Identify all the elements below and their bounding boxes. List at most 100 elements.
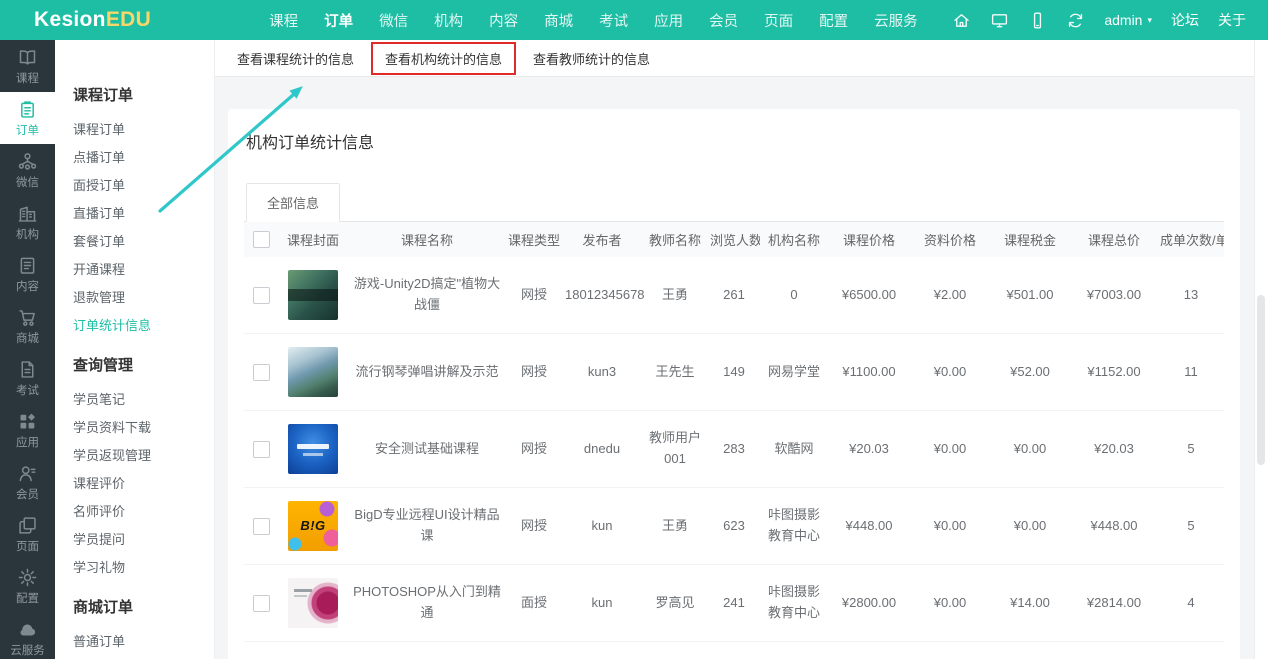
sidebar-module-item[interactable]: 配置 xyxy=(0,560,55,612)
scrollbar-thumb[interactable] xyxy=(1257,295,1265,465)
cell-order-count: 5 xyxy=(1158,487,1224,565)
sidebar-module-item[interactable]: 考试 xyxy=(0,352,55,404)
sidebar-module-label: 微信 xyxy=(16,176,39,189)
submenu-item[interactable]: 点播订单 xyxy=(55,142,214,170)
submenu-item[interactable]: 普通订单 xyxy=(55,626,214,654)
sidebar-module-label: 商城 xyxy=(16,332,39,345)
row-checkbox[interactable] xyxy=(252,286,270,304)
top-right-tools: admin ▾ 论坛 关于 xyxy=(952,10,1246,30)
table-header-row: 课程封面 课程名称 课程类型 发布者 教师名称 浏览人数 机构名称 课程价格 资料价格 课程税金课… xyxy=(244,222,1224,257)
submenu-item[interactable]: 团购订单 xyxy=(55,654,214,659)
top-nav-item[interactable]: 订单 xyxy=(324,10,353,31)
sidebar-module-item[interactable]: 机构 xyxy=(0,196,55,248)
about-link[interactable]: 关于 xyxy=(1218,10,1246,30)
sidebar-module-label: 内容 xyxy=(16,280,39,293)
cell-course-name: 游戏-Unity2D搞定"植物大战僵 xyxy=(348,257,506,334)
cell-select xyxy=(244,257,278,334)
submenu-item[interactable]: 学员返现管理 xyxy=(55,440,214,468)
column-header: 课程价格 xyxy=(828,222,910,257)
cart-icon xyxy=(17,307,38,328)
top-nav-item[interactable]: 内容 xyxy=(489,10,518,31)
table-row: PHOTOSHOP从入门到精通 面授 kun 罗高见 241 咔图摄影教育中心 ¥2800.… xyxy=(244,564,1224,642)
sidebar-module-item[interactable]: 云服务 xyxy=(0,612,55,659)
cell-course-cover: B!G xyxy=(278,487,348,565)
column-header: 教师名称 xyxy=(642,222,708,257)
cell-material-price: ¥0.00 xyxy=(910,333,990,411)
admin-dropdown[interactable]: admin ▾ xyxy=(1104,12,1152,28)
view-tab[interactable]: 查看课程统计的信息 xyxy=(223,41,368,76)
submenu-item[interactable]: 套餐订单 xyxy=(55,226,214,254)
sidebar-module-item[interactable]: 订单 xyxy=(0,92,55,144)
mobile-icon[interactable] xyxy=(1028,11,1047,30)
content-area: 机构订单统计信息 全部信息 课程封面 课程名称 课程类型 发布者 教师名称 浏览人数 机构名… xyxy=(215,77,1255,659)
cell-org-name: 软酷网 xyxy=(760,410,828,488)
column-header: 课程名称 xyxy=(348,222,506,257)
sidebar-module-item[interactable]: 微信 xyxy=(0,144,55,196)
submenu-item[interactable]: 开通课程 xyxy=(55,254,214,282)
column-header: 成单次数/单 xyxy=(1158,222,1224,257)
row-checkbox[interactable] xyxy=(252,363,270,381)
sidebar-module-label: 云服务 xyxy=(10,644,45,657)
row-checkbox[interactable] xyxy=(252,517,270,535)
top-nav-item[interactable]: 考试 xyxy=(599,10,628,31)
cell-course-type: 网授 xyxy=(506,257,562,334)
cell-material-price: ¥0.00 xyxy=(910,564,990,642)
scrollbar[interactable] xyxy=(1254,40,1268,659)
cloud-icon xyxy=(17,619,38,640)
stats-panel: 机构订单统计信息 全部信息 课程封面 课程名称 课程类型 发布者 教师名称 浏览人数 机构名… xyxy=(228,109,1240,659)
cell-course-tax: ¥14.00 xyxy=(990,564,1070,642)
table-row: 安全测试基础课程 网授 dnedu 教师用户001 283 软酷网 ¥20.03 ¥0.00 ¥… xyxy=(244,410,1224,488)
top-nav-item[interactable]: 配置 xyxy=(819,10,848,31)
submenu-item[interactable]: 面授订单 xyxy=(55,170,214,198)
sidebar-module-item[interactable]: 课程 xyxy=(0,40,55,92)
top-header-bar: KesionEDU 课程 订单 微信 机构 内容 商城 考试 应用 会员 页面 配置 云服务 admi… xyxy=(0,0,1268,40)
cell-select xyxy=(244,333,278,411)
cell-publisher: 18012345678 xyxy=(562,257,645,334)
sidebar-module-item[interactable]: 商城 xyxy=(0,300,55,352)
tab-all-info[interactable]: 全部信息 xyxy=(246,183,341,222)
submenu-item[interactable]: 退款管理 xyxy=(55,282,214,310)
cell-course-cover xyxy=(278,410,348,488)
view-tab-highlighted[interactable]: 查看机构统计的信息 xyxy=(371,41,517,75)
select-all-checkbox[interactable] xyxy=(252,231,270,249)
submenu-item[interactable]: 学员资料下载 xyxy=(55,412,214,440)
refresh-icon[interactable] xyxy=(1066,11,1085,30)
submenu-item[interactable]: 学员笔记 xyxy=(55,384,214,412)
row-checkbox[interactable] xyxy=(252,440,270,458)
submenu-item[interactable]: 直播订单 xyxy=(55,198,214,226)
submenu-item[interactable]: 课程评价 xyxy=(55,468,214,496)
desktop-icon[interactable] xyxy=(990,11,1009,30)
top-nav-item[interactable]: 课程 xyxy=(269,10,298,31)
sidebar-module-item[interactable]: 内容 xyxy=(0,248,55,300)
view-tab[interactable]: 查看教师统计的信息 xyxy=(519,41,664,76)
top-nav-item[interactable]: 机构 xyxy=(434,10,463,31)
sidebar-module-label: 考试 xyxy=(16,384,39,397)
column-header: 浏览人数 xyxy=(708,222,760,257)
submenu-item[interactable]: 学习礼物 xyxy=(55,552,214,580)
forum-link[interactable]: 论坛 xyxy=(1171,10,1199,30)
top-nav-item[interactable]: 应用 xyxy=(654,10,683,31)
top-nav-item[interactable]: 会员 xyxy=(709,10,738,31)
cell-course-total: ¥448.00 xyxy=(1070,487,1158,565)
cell-publisher: kun xyxy=(562,487,642,565)
home-icon[interactable] xyxy=(952,11,971,30)
sidebar-module-label: 会员 xyxy=(16,488,39,501)
cell-publisher: kun xyxy=(562,564,642,642)
admin-label: admin xyxy=(1104,12,1143,28)
sidebar-module-item[interactable]: 会员 xyxy=(0,456,55,508)
top-nav-item[interactable]: 商城 xyxy=(544,10,573,31)
submenu-item[interactable]: 订单统计信息 xyxy=(55,310,214,338)
top-nav-item[interactable]: 页面 xyxy=(764,10,793,31)
sidebar-module-item[interactable]: 页面 xyxy=(0,508,55,560)
brand-logo[interactable]: KesionEDU xyxy=(34,8,151,32)
sidebar-module-item[interactable]: 应用 xyxy=(0,404,55,456)
top-nav-item[interactable]: 微信 xyxy=(379,10,408,31)
cell-order-count: 5 xyxy=(1158,410,1224,488)
row-checkbox[interactable] xyxy=(252,594,270,612)
top-nav-item[interactable]: 云服务 xyxy=(874,10,918,31)
submenu-item[interactable]: 课程订单 xyxy=(55,114,214,142)
submenu-item[interactable]: 名师评价 xyxy=(55,496,214,524)
column-header-select xyxy=(244,222,278,257)
panel-tab-bar: 全部信息 xyxy=(244,183,1224,222)
submenu-item[interactable]: 学员提问 xyxy=(55,524,214,552)
